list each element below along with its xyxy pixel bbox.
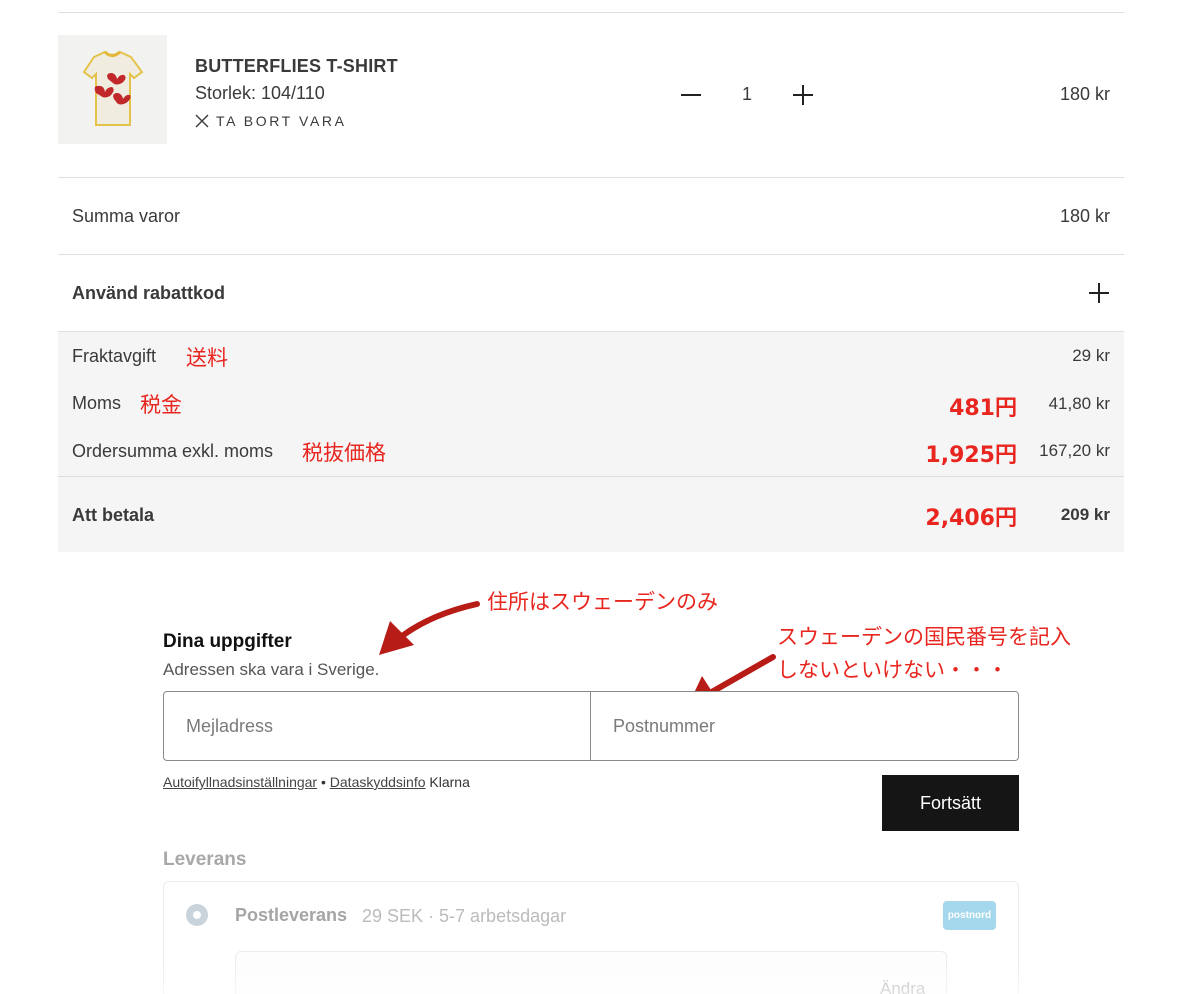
delivery-address-card [235,951,947,994]
delivery-radio[interactable] [186,904,208,926]
postal-code-input[interactable] [591,692,1018,760]
link-separator: • [317,774,330,790]
delivery-option-name: Postleverans [235,905,348,925]
privacy-info-link[interactable]: Dataskyddsinfo [330,774,426,790]
email-input[interactable] [164,692,591,760]
autofill-settings-link[interactable]: Autoifyllnadsinställningar [163,774,317,790]
arrow-icon [379,601,480,655]
details-title: Dina uppgifter [163,631,292,652]
postnord-logo: postnord [943,901,996,930]
delivery-option-info: 29 SEK · 5-7 arbetsdagar [362,906,567,926]
delivery-title: Leverans [163,849,247,870]
details-subtitle: Adressen ska vara i Sverige. [163,660,380,679]
klarna-brand: Klarna [429,774,470,790]
continue-button[interactable]: Fortsätt [882,775,1019,831]
form-links: Autoifyllnadsinställningar • Dataskyddsi… [163,774,470,790]
contact-form [163,691,1019,761]
change-address-button[interactable]: Ändra [880,979,925,994]
annotation-arrows [379,601,776,708]
